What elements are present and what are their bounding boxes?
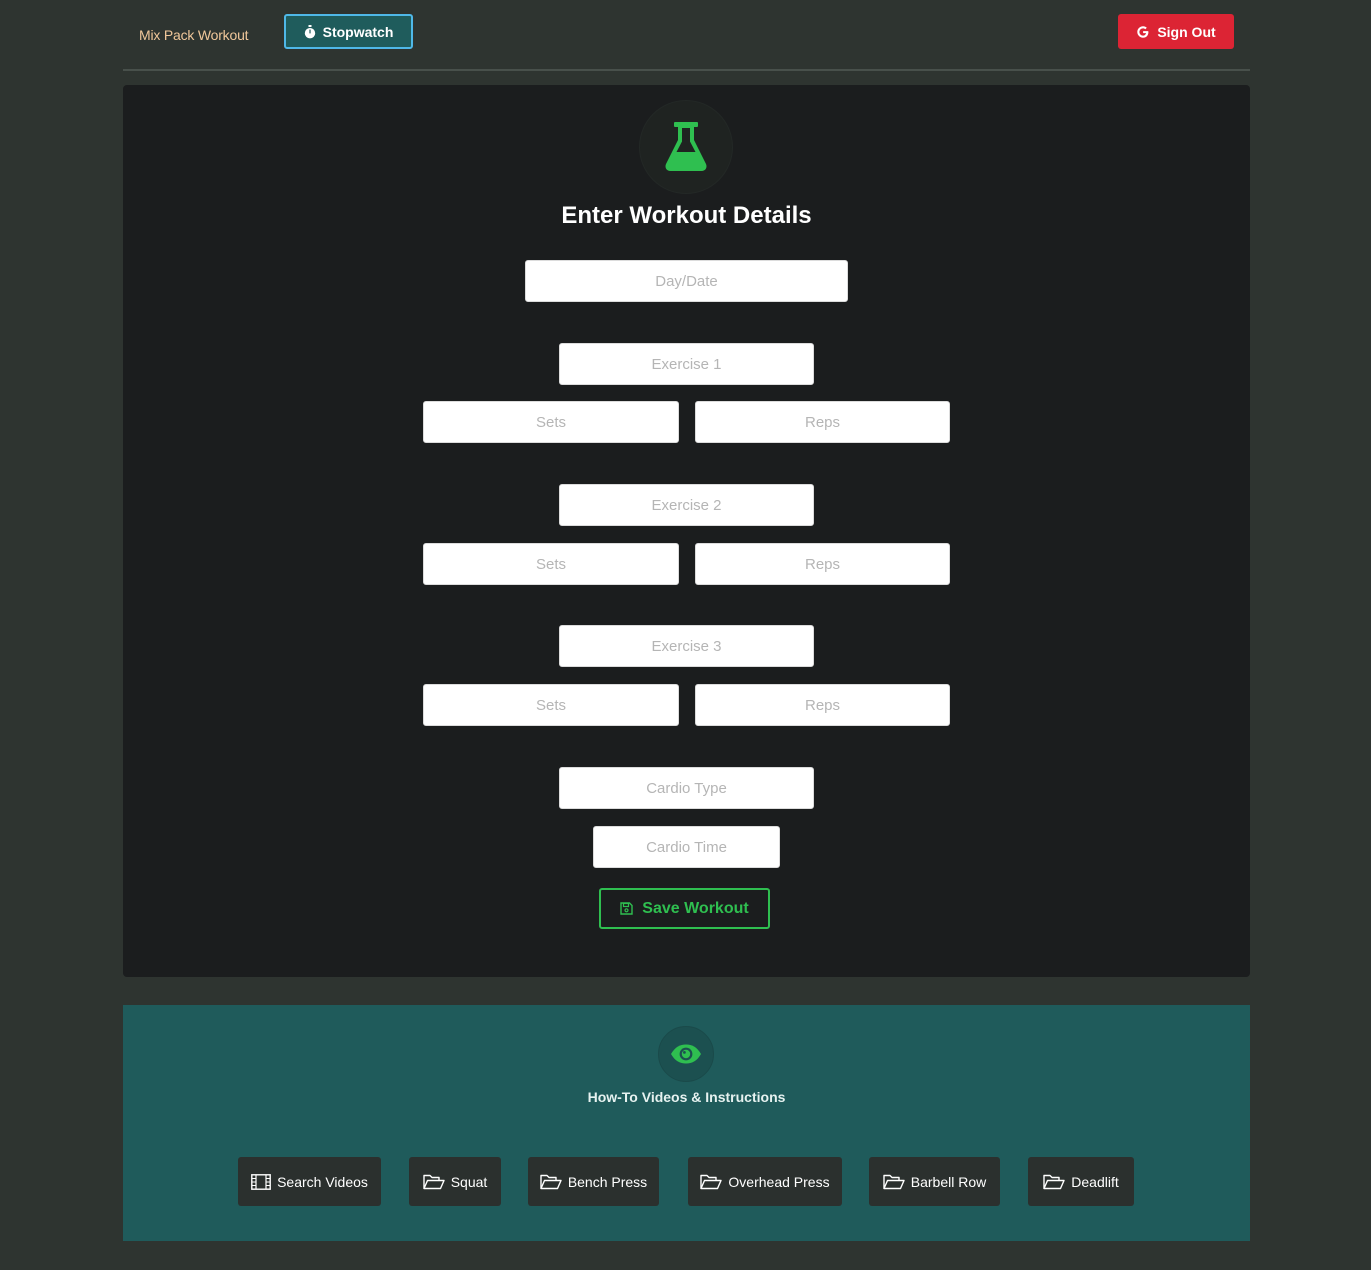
bench-press-button[interactable]: Bench Press [528,1157,659,1206]
save-workout-label: Save Workout [642,899,749,917]
overhead-press-label: Overhead Press [728,1173,830,1190]
floppy-disk-icon [620,902,633,915]
exercise-2-reps-input[interactable]: Reps [695,543,950,585]
folder-open-icon [883,1174,905,1189]
search-videos-button[interactable]: Search Videos [238,1157,381,1206]
exercise-2-sets-input[interactable]: Sets [423,543,679,585]
sign-out-button[interactable]: Sign Out [1118,14,1234,49]
flask-icon [665,122,707,171]
deadlift-button[interactable]: Deadlift [1028,1157,1134,1206]
videos-title: How-To Videos & Instructions [587,1089,786,1105]
google-icon [1137,25,1149,38]
barbell-row-button[interactable]: Barbell Row [869,1157,1000,1206]
folder-open-icon [423,1174,445,1189]
exercise-3-reps-input[interactable]: Reps [695,684,950,726]
save-workout-button[interactable]: Save Workout [599,888,770,929]
exercise-1-sets-input[interactable]: Sets [423,401,679,443]
deadlift-label: Deadlift [1071,1173,1119,1190]
cardio-time-input[interactable]: Cardio Time [593,826,780,868]
navbar: Mix Pack Workout Stopwatch Sign Out [123,0,1250,71]
squat-label: Squat [450,1173,488,1190]
folder-open-icon [700,1174,723,1189]
exercise-3-sets-input[interactable]: Sets [423,684,679,726]
stopwatch-button[interactable]: Stopwatch [284,14,413,49]
videos-section: How-To Videos & Instructions Search Vide… [123,1005,1250,1241]
squat-button[interactable]: Squat [409,1157,501,1206]
folder-open-icon [1043,1174,1065,1189]
sign-out-label: Sign Out [1157,23,1216,40]
exercise-2-input[interactable]: Exercise 2 [559,484,814,526]
folder-open-icon [540,1174,562,1189]
cardio-type-input[interactable]: Cardio Type [559,767,814,809]
exercise-1-reps-input[interactable]: Reps [695,401,950,443]
stopwatch-label: Stopwatch [322,23,394,40]
barbell-row-label: Barbell Row [910,1173,987,1190]
search-videos-label: Search Videos [277,1173,368,1190]
page-title: Enter Workout Details [561,202,812,229]
flask-icon-circle [639,100,733,194]
stopwatch-icon [304,24,315,38]
brand-link[interactable]: Mix Pack Workout [139,27,249,43]
bench-press-label: Bench Press [567,1173,648,1190]
eye-icon [671,1044,701,1064]
exercise-3-input[interactable]: Exercise 3 [559,625,814,667]
workout-form-card: Enter Workout Details Day/Date Exercise … [123,85,1250,977]
date-input[interactable]: Day/Date [525,260,848,302]
exercise-1-input[interactable]: Exercise 1 [559,343,814,385]
eye-icon-circle [658,1026,714,1082]
film-icon [251,1173,271,1190]
overhead-press-button[interactable]: Overhead Press [688,1157,842,1206]
